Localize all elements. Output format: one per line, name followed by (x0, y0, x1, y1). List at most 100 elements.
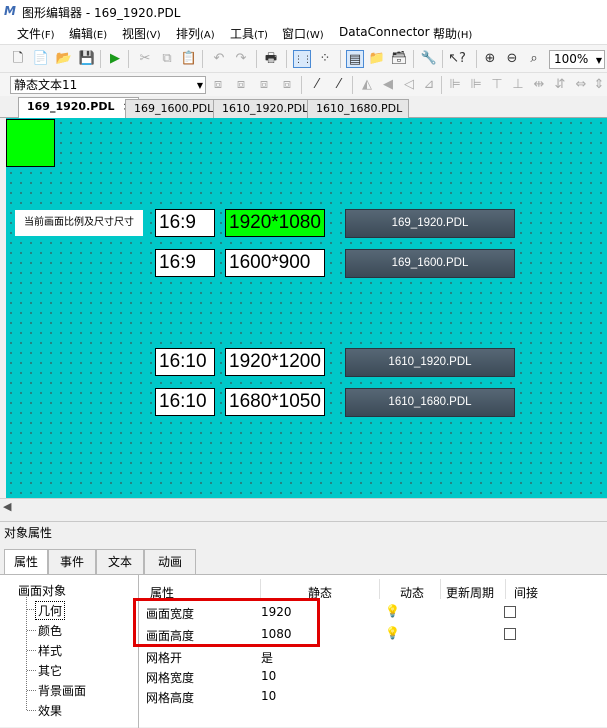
tab-properties[interactable]: 属性 (4, 549, 48, 575)
save-icon[interactable]: 💾 (78, 50, 96, 68)
size-field[interactable]: 1600*900 (225, 249, 325, 277)
property-row-grid-width[interactable]: 网格宽度 10 (142, 667, 607, 687)
toolbar-separator (442, 50, 443, 68)
undo-icon[interactable]: ↶ (210, 50, 228, 68)
screen-button-169-1600[interactable]: 169_1600.PDL (345, 249, 515, 278)
column-header-indirect[interactable]: 间接 (514, 584, 538, 601)
align-right-icon[interactable]: ⊫ (467, 76, 485, 94)
column-header-update-cycle[interactable]: 更新周期 (446, 584, 494, 601)
ratio-field[interactable]: 16:10 (155, 348, 215, 376)
tree-item-background[interactable]: 背景画面 (38, 682, 86, 699)
tab-text[interactable]: 文本 (96, 549, 144, 575)
highlight-annotation-frame (133, 598, 320, 647)
ratio-field[interactable]: 16:10 (155, 388, 215, 416)
tab-events[interactable]: 事件 (48, 549, 96, 575)
ratio-field[interactable]: 16:9 (155, 209, 215, 237)
screen-button-1610-1920[interactable]: 1610_1920.PDL (345, 348, 515, 377)
lightbulb-icon[interactable]: 💡 (385, 626, 400, 640)
forward-icon[interactable]: ⧈ (255, 76, 273, 94)
open-folder-icon[interactable]: 📂 (55, 50, 73, 68)
doc-tab-1610-1920[interactable]: 1610_1920.PDL (213, 99, 316, 118)
menu-dataconnector[interactable]: DataConnector (339, 25, 430, 39)
size-field[interactable]: 1920*1080 (225, 209, 325, 237)
tree-item-geometry[interactable]: 几何 (35, 601, 66, 620)
column-header-dynamic[interactable]: 动态 (400, 584, 424, 601)
doc-tab-169-1920[interactable]: 169_1920.PDL× (18, 97, 139, 119)
chevron-down-icon: ▼ (196, 81, 203, 90)
help-pointer-icon[interactable]: ↖? (448, 50, 466, 68)
ratio-field[interactable]: 16:9 (155, 249, 215, 277)
center-h-icon[interactable]: ⇹ (530, 76, 548, 94)
snap-grid-icon[interactable]: ⁘ (316, 50, 334, 68)
tree-item-misc[interactable]: 其它 (38, 662, 62, 679)
copy-icon[interactable]: ⧉ (158, 50, 176, 68)
new-file-icon[interactable]: 🗋 (9, 50, 27, 68)
object-properties-header: 对象属性 (0, 521, 607, 543)
cut-icon[interactable]: ✂ (136, 50, 154, 68)
library-icon[interactable]: 🗃 (390, 50, 408, 68)
menu-tools[interactable]: 工具(T) (230, 25, 268, 42)
tree-item-styles[interactable]: 样式 (38, 642, 62, 659)
zoom-in-icon[interactable]: ⊕ (481, 50, 499, 68)
open-folder-2-icon[interactable]: 📁 (368, 50, 386, 68)
zoom-select[interactable]: 100% ▼ (549, 50, 605, 69)
lightbulb-icon[interactable]: 💡 (385, 604, 400, 618)
drawing-canvas[interactable]: 当前画面比例及尺寸尺寸 16:9 1920*1080 169_1920.PDL … (6, 118, 607, 498)
tree-item-effects[interactable]: 效果 (38, 702, 62, 719)
screen-button-169-1920[interactable]: 169_1920.PDL (345, 209, 515, 238)
run-icon[interactable]: ▶ (106, 50, 124, 68)
menu-help[interactable]: 帮助(H) (433, 25, 472, 42)
toolbar-separator (476, 50, 477, 68)
flip-h-icon[interactable]: ◭ (358, 76, 376, 94)
toolbar-separator (100, 50, 101, 68)
property-row-grid-height[interactable]: 网格高度 10 (142, 687, 607, 707)
center-v-icon[interactable]: ⇵ (551, 76, 569, 94)
zoom-out-icon[interactable]: ⊖ (503, 50, 521, 68)
rotate-icon[interactable]: ◀ (379, 76, 397, 94)
doc-tab-1610-1680[interactable]: 1610_1680.PDL (307, 99, 410, 118)
same-width-icon[interactable]: ⇔ (572, 76, 590, 94)
same-height-icon[interactable]: ⇕ (590, 76, 607, 94)
indirect-checkbox[interactable] (504, 606, 516, 618)
static-text-label[interactable]: 当前画面比例及尺寸尺寸 (15, 210, 143, 236)
new-file-alt-icon[interactable]: 📄 (32, 50, 50, 68)
wand-alt-icon[interactable]: ⁄ (330, 76, 348, 94)
redo-icon[interactable]: ↷ (232, 50, 250, 68)
properties-icon[interactable]: 🔧 (420, 50, 438, 68)
menu-view[interactable]: 视图(V) (122, 25, 161, 42)
toolbar-separator (441, 76, 442, 94)
size-field[interactable]: 1920*1200 (225, 348, 325, 376)
chevron-left-icon[interactable]: ◀ (3, 500, 11, 513)
mirror-icon[interactable]: ⊿ (420, 76, 438, 94)
doc-tab-169-1600[interactable]: 169_1600.PDL (125, 99, 221, 118)
rotate-alt-icon[interactable]: ◁ (400, 76, 418, 94)
backward-icon[interactable]: ⧈ (278, 76, 296, 94)
property-row-grid-on[interactable]: 网格开 是 (142, 647, 607, 667)
align-top-icon[interactable]: ⊤ (488, 76, 506, 94)
indirect-checkbox[interactable] (504, 628, 516, 640)
bring-front-icon[interactable]: ⧈ (209, 76, 227, 94)
tree-connector (27, 690, 36, 691)
paste-icon[interactable]: 📋 (180, 50, 198, 68)
align-left-icon[interactable]: ⊫ (446, 76, 464, 94)
print-icon[interactable]: 🖶 (262, 50, 280, 68)
grid-icon[interactable]: ⋮⋮ (293, 50, 312, 68)
send-back-icon[interactable]: ⧈ (232, 76, 250, 94)
zoom-fit-icon[interactable]: ⌕ (525, 50, 543, 68)
wand-icon[interactable]: ⁄ (308, 76, 326, 94)
properties-body: 画面对象 几何 颜色 样式 其它 背景画面 效果 属性 静态 动态 更新周期 间… (0, 574, 607, 728)
green-rectangle[interactable] (6, 119, 55, 167)
tab-animation[interactable]: 动画 (144, 549, 196, 575)
size-field[interactable]: 1680*1050 (225, 388, 325, 416)
menu-window[interactable]: 窗口(W) (282, 25, 324, 42)
align-bottom-icon[interactable]: ⊥ (509, 76, 527, 94)
toolbar-separator (301, 76, 302, 94)
layers-icon[interactable]: ▤ (346, 50, 364, 68)
object-selector[interactable]: 静态文本11 ▼ (10, 76, 206, 94)
tree-item-colors[interactable]: 颜色 (38, 622, 62, 639)
screen-button-1610-1680[interactable]: 1610_1680.PDL (345, 388, 515, 417)
horizontal-scrollbar[interactable]: ◀ (0, 498, 607, 515)
menu-arrange[interactable]: 排列(A) (176, 25, 215, 42)
menu-file[interactable]: 文件(F) (17, 25, 55, 42)
menu-edit[interactable]: 编辑(E) (69, 25, 107, 42)
